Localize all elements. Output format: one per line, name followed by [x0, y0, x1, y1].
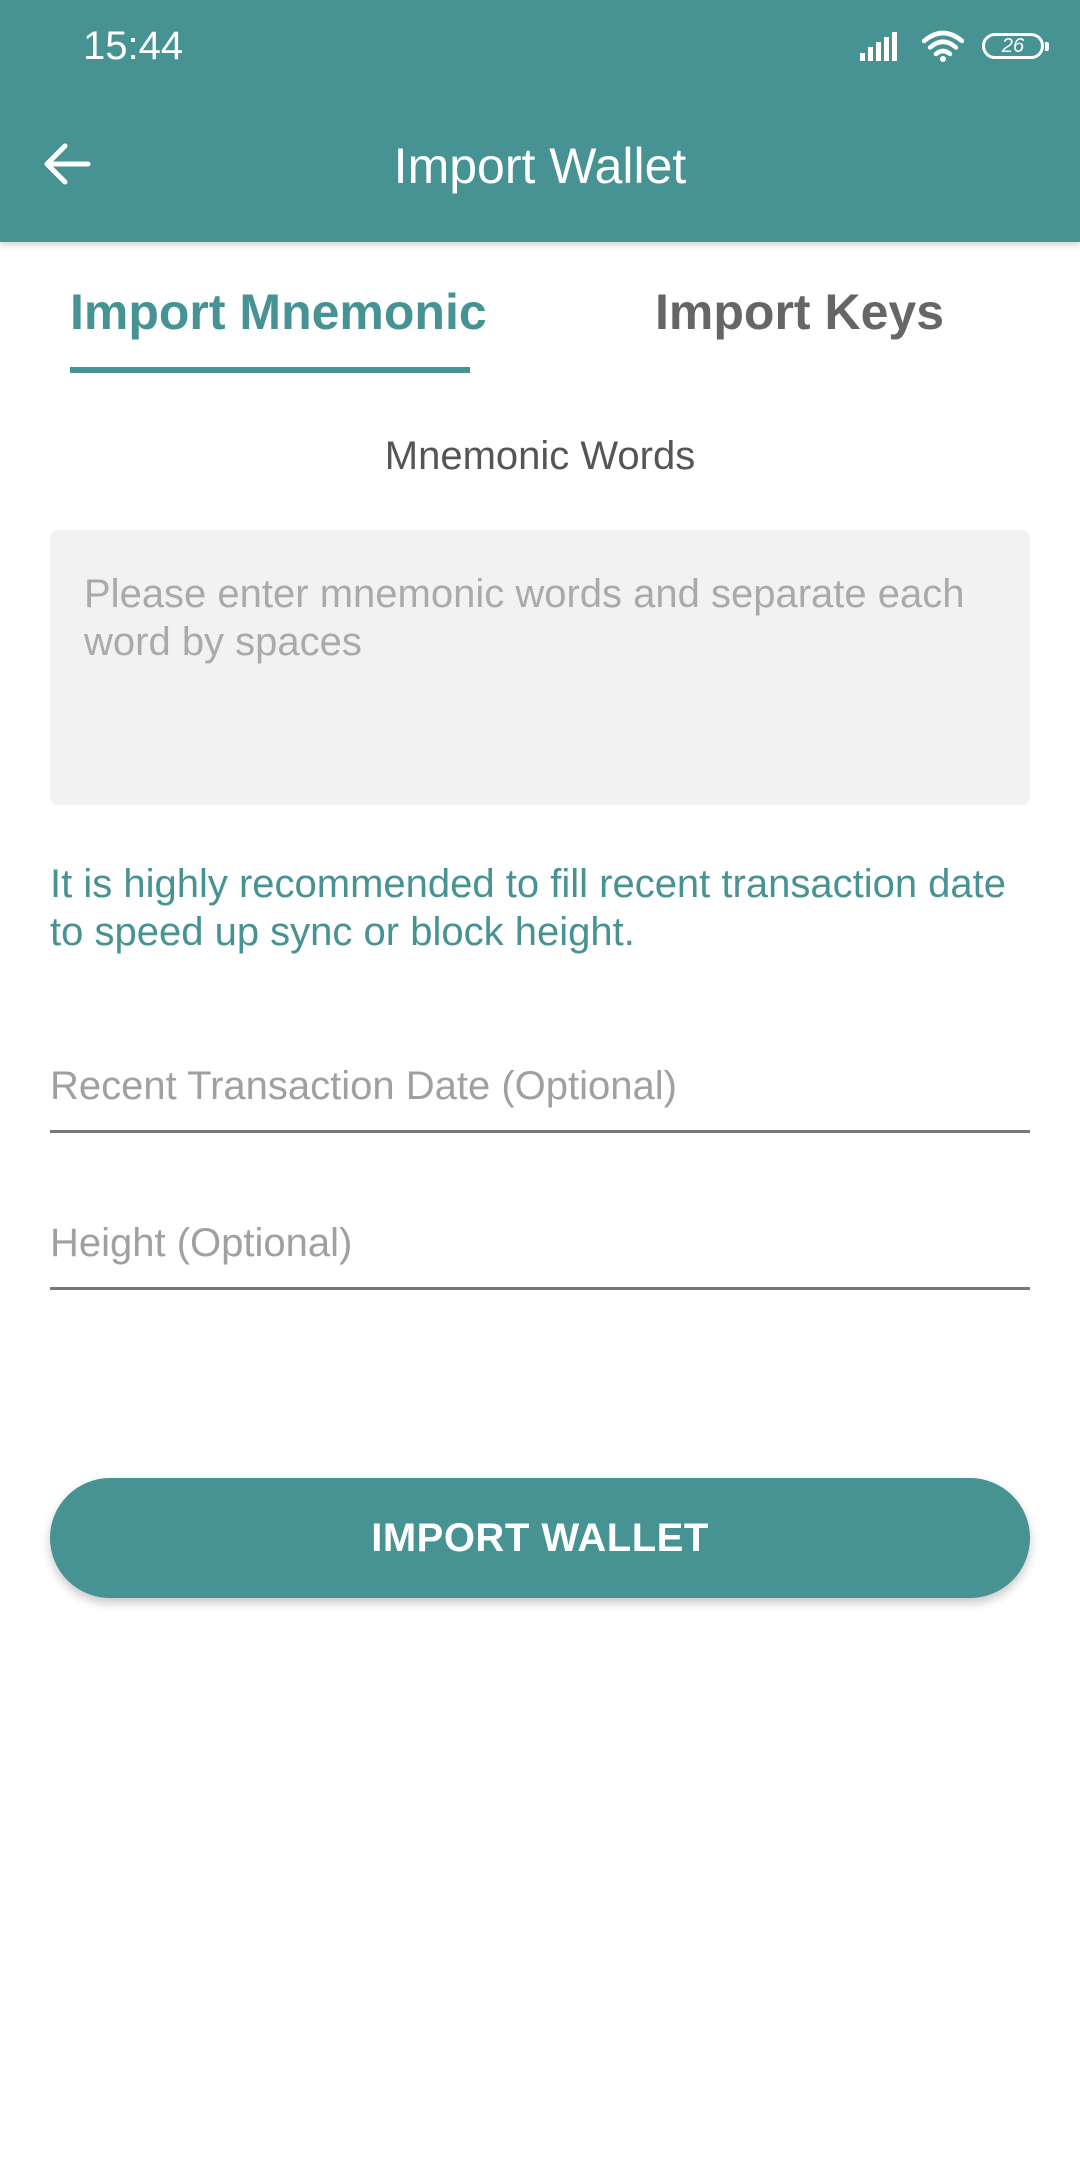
transaction-date-field[interactable]: [50, 1043, 1030, 1133]
sync-hint-text: It is highly recommended to fill recent …: [50, 862, 1007, 954]
battery-icon: 26: [982, 33, 1049, 59]
wifi-icon: [922, 30, 964, 62]
active-tab-indicator: [70, 367, 470, 373]
mnemonic-words-label: Mnemonic Words: [384, 434, 696, 478]
app-bar: 15:44 26 Import Wallet: [0, 0, 1080, 242]
page-title: Import Wallet: [393, 138, 687, 194]
status-time: 15:44: [83, 24, 184, 68]
tab-bar: Import Mnemonic Import Keys: [0, 242, 1080, 382]
status-icons: 26: [860, 26, 1049, 66]
import-wallet-button[interactable]: IMPORT WALLET: [50, 1478, 1030, 1598]
battery-level: 26: [1001, 35, 1025, 57]
tab-import-mnemonic[interactable]: Import Mnemonic: [70, 280, 487, 344]
tab-import-keys[interactable]: Import Keys: [655, 280, 944, 344]
height-field[interactable]: [50, 1200, 1030, 1290]
mnemonic-input[interactable]: [50, 530, 1030, 805]
signal-icon: [860, 32, 897, 61]
